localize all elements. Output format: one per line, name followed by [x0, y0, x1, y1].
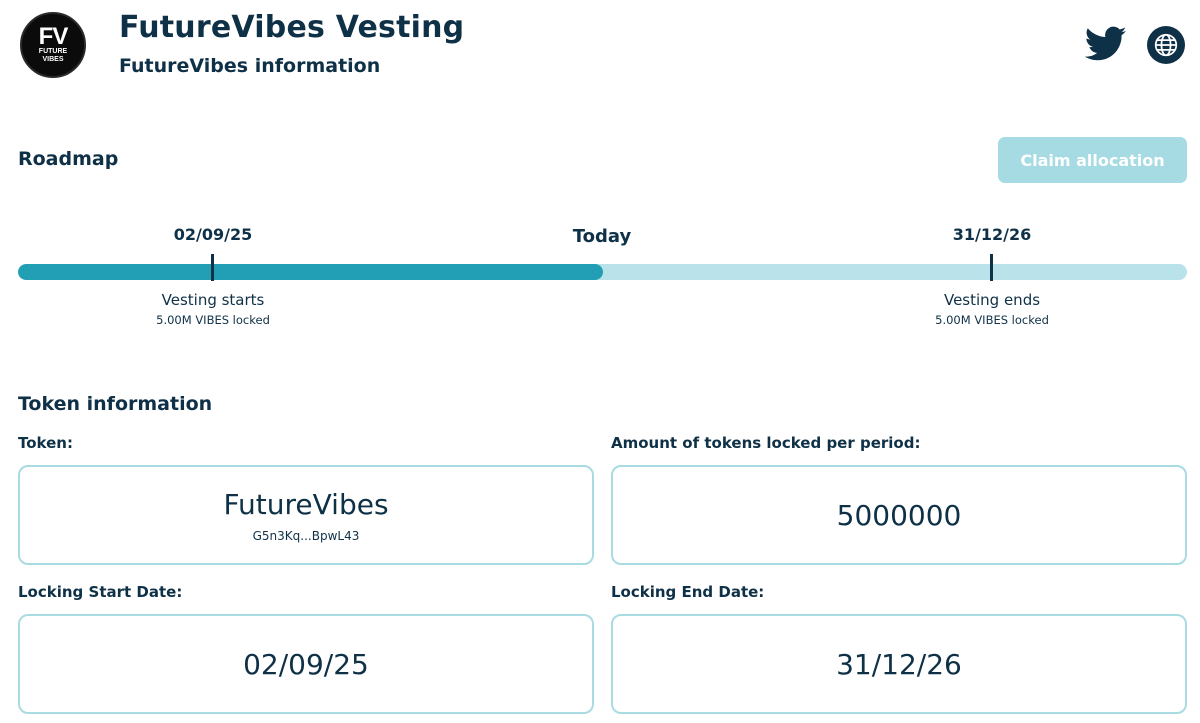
locking-end-card: 31/12/26: [611, 614, 1187, 714]
project-logo: FV FUTURE VIBES: [20, 12, 86, 78]
token-information-heading: Token information: [18, 393, 213, 415]
locking-start-label: Locking Start Date:: [18, 583, 183, 601]
token-address[interactable]: G5n3Kq...BpwL43: [253, 529, 360, 543]
locking-start-value: 02/09/25: [243, 647, 369, 681]
vesting-progress-track: [18, 264, 1187, 280]
amount-label: Amount of tokens locked per period:: [611, 434, 921, 452]
locking-end-value: 31/12/26: [836, 647, 962, 681]
logo-text-line2: VIBES: [42, 56, 64, 63]
today-label: Today: [572, 226, 632, 247]
logo-monogram: FV: [38, 23, 69, 50]
amount-value: 5000000: [836, 498, 962, 532]
vesting-progress-fill: [18, 264, 603, 280]
vesting-end-date: 31/12/26: [952, 225, 1032, 244]
token-name: FutureVibes: [223, 487, 389, 521]
vesting-end-label: Vesting ends: [943, 291, 1041, 309]
amount-card: 5000000: [611, 465, 1187, 565]
claim-allocation-button[interactable]: Claim allocation: [998, 137, 1187, 183]
logo-text-line1: FUTURE: [38, 48, 68, 55]
roadmap-heading: Roadmap: [18, 148, 119, 170]
locking-end-label: Locking End Date:: [611, 583, 765, 601]
globe-icon[interactable]: [1147, 26, 1185, 64]
vesting-start-label: Vesting starts: [161, 291, 265, 309]
vesting-start-marker: [211, 254, 214, 281]
vesting-end-detail: 5.00M VIBES locked: [935, 313, 1049, 327]
vesting-end-marker: [990, 254, 993, 281]
page-title: FutureVibes Vesting: [119, 10, 465, 45]
token-card: FutureVibes G5n3Kq...BpwL43: [18, 465, 594, 565]
page-subtitle: FutureVibes information: [119, 55, 381, 77]
vesting-start-date: 02/09/25: [173, 225, 253, 244]
token-label: Token:: [18, 434, 73, 452]
locking-start-card: 02/09/25: [18, 614, 594, 714]
twitter-icon[interactable]: [1084, 25, 1127, 63]
vesting-start-detail: 5.00M VIBES locked: [156, 313, 270, 327]
